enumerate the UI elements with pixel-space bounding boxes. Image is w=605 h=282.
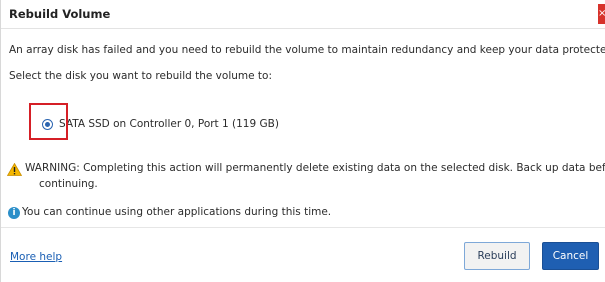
more-help-link[interactable]: More help	[10, 251, 62, 263]
footer-divider	[1, 227, 605, 228]
info-icon: i	[8, 207, 20, 219]
select-disk-prompt: Select the disk you want to rebuild the …	[9, 70, 272, 82]
info-text: You can continue using other application…	[22, 206, 332, 218]
radio-highlight-box	[29, 103, 68, 140]
close-button[interactable]: ×	[598, 4, 605, 24]
dialog-title: Rebuild Volume	[9, 7, 111, 21]
rebuild-button[interactable]: Rebuild	[464, 242, 530, 270]
cancel-button[interactable]: Cancel	[542, 242, 599, 270]
dialog-titlebar: Rebuild Volume ×	[1, 0, 605, 29]
failure-message: An array disk has failed and you need to…	[9, 44, 605, 56]
disk-option-label[interactable]: SATA SSD on Controller 0, Port 1 (119 GB…	[59, 118, 279, 130]
warning-icon	[7, 163, 22, 176]
warning-text-line2: continuing.	[39, 178, 98, 190]
warning-text-line1: WARNING: Completing this action will per…	[25, 162, 605, 174]
rebuild-volume-dialog: Rebuild Volume × An array disk has faile…	[0, 0, 605, 282]
